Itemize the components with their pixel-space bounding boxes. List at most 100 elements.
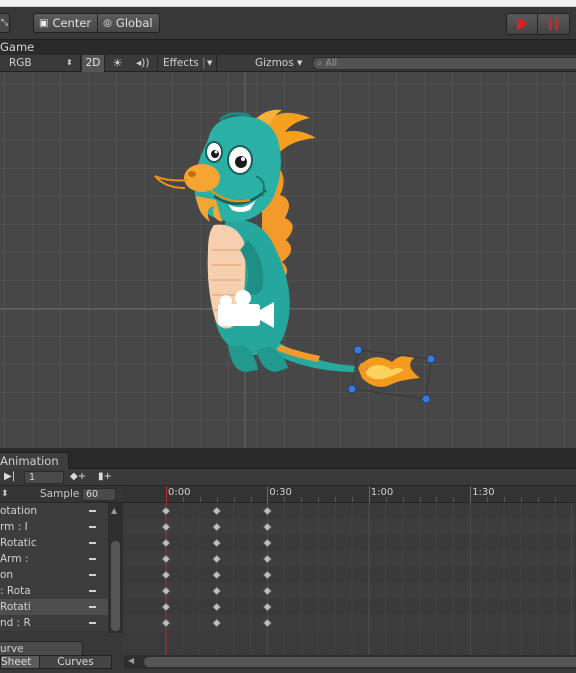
tail-flame-sprite[interactable] [358, 355, 420, 387]
ruler-tick [470, 486, 472, 503]
property-options-icon[interactable] [89, 622, 96, 624]
add-keyframe-icon[interactable]: ◆+ [70, 469, 86, 486]
property-row[interactable]: on [0, 567, 108, 583]
pivot-center-label: Center [52, 16, 92, 30]
tab-dopesheet[interactable]: Sheet [0, 655, 40, 669]
dopesheet[interactable] [123, 503, 576, 655]
scroll-up-icon[interactable]: ▲ [111, 506, 117, 515]
property-options-icon[interactable] [89, 526, 96, 528]
audio-toggle-icon[interactable]: ◂)) [136, 55, 149, 72]
tab-animation[interactable]: Animation [0, 452, 69, 469]
property-row[interactable]: otation [0, 503, 108, 519]
ruler-label: 1:00 [370, 487, 394, 498]
ruler-label: 0:30 [269, 487, 292, 498]
playhead-marker[interactable] [166, 486, 167, 503]
dopesheet-row [123, 599, 576, 615]
ruler-minor-tick [351, 497, 353, 502]
sample-input[interactable]: 60 [82, 488, 116, 501]
property-row[interactable]: Rotati [0, 599, 108, 615]
effects-divider: | [202, 57, 206, 69]
dopesheet-row [123, 551, 576, 567]
property-label: : Rota [0, 585, 31, 597]
scene-search-input[interactable]: ⌕ All [312, 57, 576, 70]
property-label: otation [0, 505, 38, 517]
timeline-scrollbar-thumb[interactable] [144, 657, 576, 667]
dragon-sprite[interactable] [154, 109, 356, 372]
sample-label: Sample [40, 488, 80, 500]
ruler-minor-tick [216, 497, 218, 502]
pivot-center-button[interactable]: ▣ Center [33, 13, 99, 33]
rect-handle[interactable] [347, 384, 357, 394]
property-row[interactable]: rm : I [0, 519, 108, 535]
property-options-icon[interactable] [89, 542, 96, 544]
scene-view[interactable] [0, 72, 576, 448]
sample-chevron-icon: ⬍ [1, 489, 9, 499]
property-row[interactable]: Arm : [0, 551, 108, 567]
globe-icon: ◎ [103, 17, 112, 29]
ruler-minor-tick [318, 497, 320, 502]
ruler-minor-tick [182, 497, 184, 502]
dopesheet-row [123, 583, 576, 599]
property-row[interactable]: Rotatic [0, 535, 108, 551]
playback-controls [506, 13, 570, 35]
ruler-minor-tick [385, 497, 387, 502]
ruler-minor-tick [250, 497, 252, 502]
step-forward-icon[interactable]: ▶| [4, 469, 15, 486]
dopesheet-row [123, 519, 576, 535]
rect-handle[interactable] [421, 394, 431, 404]
property-options-icon[interactable] [89, 510, 96, 512]
property-list: otation rm : I Rotatic Arm : on : Rota Rotati n… [0, 503, 108, 631]
timeline-ruler[interactable]: 0:00 0:30 1:00 1:30 [123, 486, 576, 503]
ruler-minor-tick [233, 497, 235, 502]
space-global-button[interactable]: ◎ Global [98, 13, 160, 33]
timeline-scrollbar[interactable]: ◀ [124, 655, 576, 669]
ruler-minor-tick [284, 497, 286, 502]
lighting-toggle-icon[interactable]: ☀ [112, 55, 123, 72]
mode-2d-toggle[interactable]: 2D [81, 55, 105, 72]
property-options-icon[interactable] [89, 558, 96, 560]
ruler-minor-tick [419, 497, 421, 502]
property-options-icon[interactable] [89, 606, 96, 608]
scrollbar-thumb[interactable] [111, 541, 120, 631]
animation-tab-row: Animation [0, 448, 576, 469]
property-label: Rotatic [0, 537, 37, 549]
ruler-minor-tick [436, 497, 438, 502]
ruler-minor-tick [520, 497, 522, 502]
property-options-icon[interactable] [89, 590, 96, 592]
gizmos-dropdown[interactable]: Gizmos [255, 55, 294, 72]
ruler-tick [267, 486, 269, 503]
add-event-icon[interactable]: ▮+ [98, 469, 112, 486]
search-placeholder: All [325, 58, 338, 69]
search-icon: ⌕ [317, 58, 323, 69]
title-strip [0, 0, 576, 7]
scene-canvas [0, 72, 576, 448]
property-label: rm : I [0, 521, 28, 533]
play-button[interactable] [506, 13, 538, 35]
property-label: on [0, 569, 14, 581]
ruler-minor-tick [335, 497, 336, 502]
rect-handle[interactable] [426, 354, 436, 364]
effects-dropdown[interactable]: Effects [163, 55, 199, 72]
property-row[interactable]: : Rota [0, 583, 108, 599]
scroll-left-icon[interactable]: ◀ [128, 656, 134, 665]
shading-mode-dropdown[interactable]: RGB [9, 55, 32, 72]
tab-curves[interactable]: Curves [40, 655, 112, 669]
maximize-icon[interactable]: ⤡ [0, 13, 10, 33]
property-options-icon[interactable] [89, 574, 96, 576]
property-label: nd : R [0, 617, 31, 629]
pivot-icon: ▣ [39, 17, 49, 29]
tab-game[interactable]: Game [0, 40, 40, 55]
ruler-minor-tick [487, 497, 489, 502]
ruler-tick [368, 486, 370, 503]
ruler-minor-tick [453, 497, 455, 502]
frame-input[interactable]: 1 [24, 471, 64, 484]
dopesheet-canvas [123, 503, 576, 655]
shading-chevron-icon: ⬍ [66, 58, 73, 67]
rect-handle[interactable] [353, 345, 363, 355]
property-row[interactable]: nd : R [0, 615, 108, 631]
dopesheet-row [123, 503, 576, 519]
ruler-minor-tick [301, 497, 303, 502]
property-scrollbar[interactable]: ▲ [108, 503, 123, 633]
property-label: Arm : [0, 553, 29, 565]
pause-button[interactable] [538, 13, 570, 35]
